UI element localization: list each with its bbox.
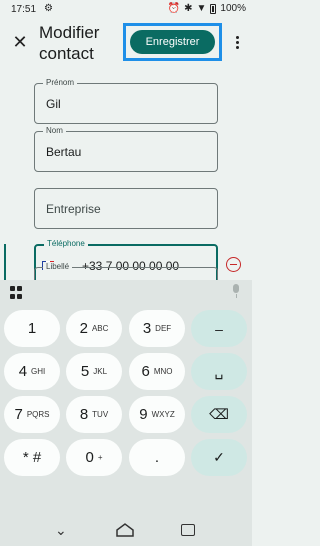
save-button-highlight: Enregistrer bbox=[123, 23, 222, 61]
key-space[interactable]: ␣ bbox=[191, 353, 247, 390]
more-options-icon[interactable] bbox=[232, 32, 242, 52]
key-7[interactable]: 7 PQRS bbox=[4, 396, 60, 433]
bluetooth-icon: ✱ bbox=[184, 3, 193, 14]
key-2[interactable]: 2 ABC bbox=[66, 310, 122, 347]
battery-level: 100% bbox=[220, 3, 246, 14]
phone-section-indicator bbox=[4, 244, 6, 284]
status-bar: 17:51 ⚙ ⏰ ✱ ▼ 100% bbox=[0, 0, 252, 20]
status-icons: ⏰ ✱ ▼ 100% bbox=[168, 3, 246, 14]
key-4[interactable]: 4 GHI bbox=[4, 353, 60, 390]
apps-grid-icon[interactable] bbox=[10, 286, 23, 299]
key-minus[interactable]: – bbox=[191, 310, 247, 347]
key-period[interactable]: . bbox=[129, 439, 185, 476]
battery-icon bbox=[210, 3, 217, 14]
top-app-bar: ✕ Modifier contact Enregistrer bbox=[0, 20, 252, 64]
nav-recents-icon[interactable] bbox=[181, 524, 195, 536]
page-title: Modifier contact bbox=[39, 23, 100, 63]
backspace-icon[interactable]: ⌫ bbox=[191, 396, 247, 433]
phone-type-label: Libellé bbox=[43, 262, 73, 271]
key-5[interactable]: 5 JKL bbox=[66, 353, 122, 390]
key-6[interactable]: 6 MNO bbox=[129, 353, 185, 390]
nav-back-icon[interactable]: ⌄ bbox=[55, 522, 67, 539]
first-name-field[interactable]: Prénom Gil bbox=[34, 78, 218, 124]
phone-label: Téléphone bbox=[44, 239, 88, 248]
enter-check-icon[interactable]: ✓ bbox=[191, 439, 247, 476]
key-9[interactable]: 9 WXYZ bbox=[129, 396, 185, 433]
remove-phone-icon[interactable] bbox=[226, 257, 241, 272]
key-8[interactable]: 8 TUV bbox=[66, 396, 122, 433]
last-name-label: Nom bbox=[43, 126, 66, 135]
company-placeholder: Entreprise bbox=[46, 202, 101, 216]
company-field[interactable]: Entreprise bbox=[34, 188, 218, 229]
numeric-keyboard: 1 2 ABC 3 DEF – 4 GHI 5 JKL 6 MNO ␣ 7 PQRS 8 TU… bbox=[0, 280, 252, 516]
key-0[interactable]: 0 + bbox=[66, 439, 122, 476]
system-nav-bar: ⌄ bbox=[0, 516, 252, 546]
key-star-hash[interactable]: * # bbox=[4, 439, 60, 476]
alarm-icon: ⏰ bbox=[167, 3, 181, 14]
wifi-icon: ▼ bbox=[196, 3, 207, 14]
settings-icon: ⚙ bbox=[44, 3, 53, 14]
status-time: 17:51 bbox=[11, 4, 37, 15]
nav-home-icon[interactable] bbox=[116, 523, 134, 537]
keyboard-toolbar bbox=[0, 280, 252, 306]
first-name-value: Gil bbox=[46, 97, 61, 111]
microphone-icon[interactable] bbox=[232, 284, 240, 298]
last-name-field[interactable]: Nom Bertau bbox=[34, 126, 218, 172]
save-button[interactable]: Enregistrer bbox=[130, 30, 215, 54]
first-name-label: Prénom bbox=[43, 78, 78, 87]
key-1[interactable]: 1 bbox=[4, 310, 60, 347]
close-icon[interactable]: ✕ bbox=[10, 32, 30, 52]
last-name-value: Bertau bbox=[46, 145, 82, 159]
key-3[interactable]: 3 DEF bbox=[129, 310, 185, 347]
